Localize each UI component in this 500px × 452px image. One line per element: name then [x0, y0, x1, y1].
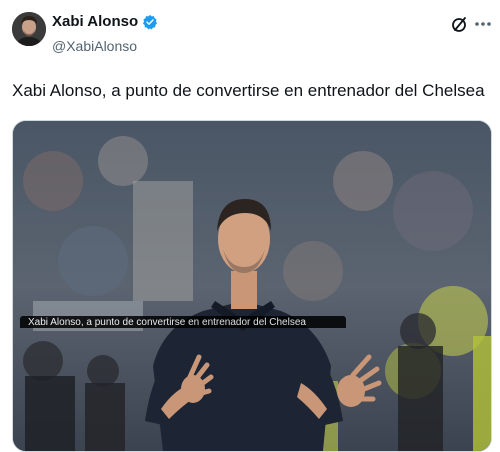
author-handle[interactable]: @XabiAlonso [52, 38, 137, 54]
tweet-text: Xabi Alonso, a punto de convertirse en e… [12, 81, 485, 100]
media-caption-bar: Xabi Alonso, a punto de convertirse en e… [20, 316, 346, 328]
more-options-icon[interactable] [473, 14, 493, 34]
author-display-name[interactable]: Xabi Alonso [52, 13, 138, 30]
author-name-row: Xabi Alonso [52, 13, 158, 30]
media-caption: Xabi Alonso, a punto de convertirse en e… [28, 317, 306, 328]
tweet-media-image[interactable] [12, 120, 492, 452]
grok-icon[interactable] [450, 14, 470, 34]
avatar[interactable] [12, 12, 46, 46]
verified-badge-icon[interactable] [142, 14, 158, 30]
tweet-card: Xabi Alonso @XabiAlonso Xabi Alonso, a p… [0, 0, 500, 452]
